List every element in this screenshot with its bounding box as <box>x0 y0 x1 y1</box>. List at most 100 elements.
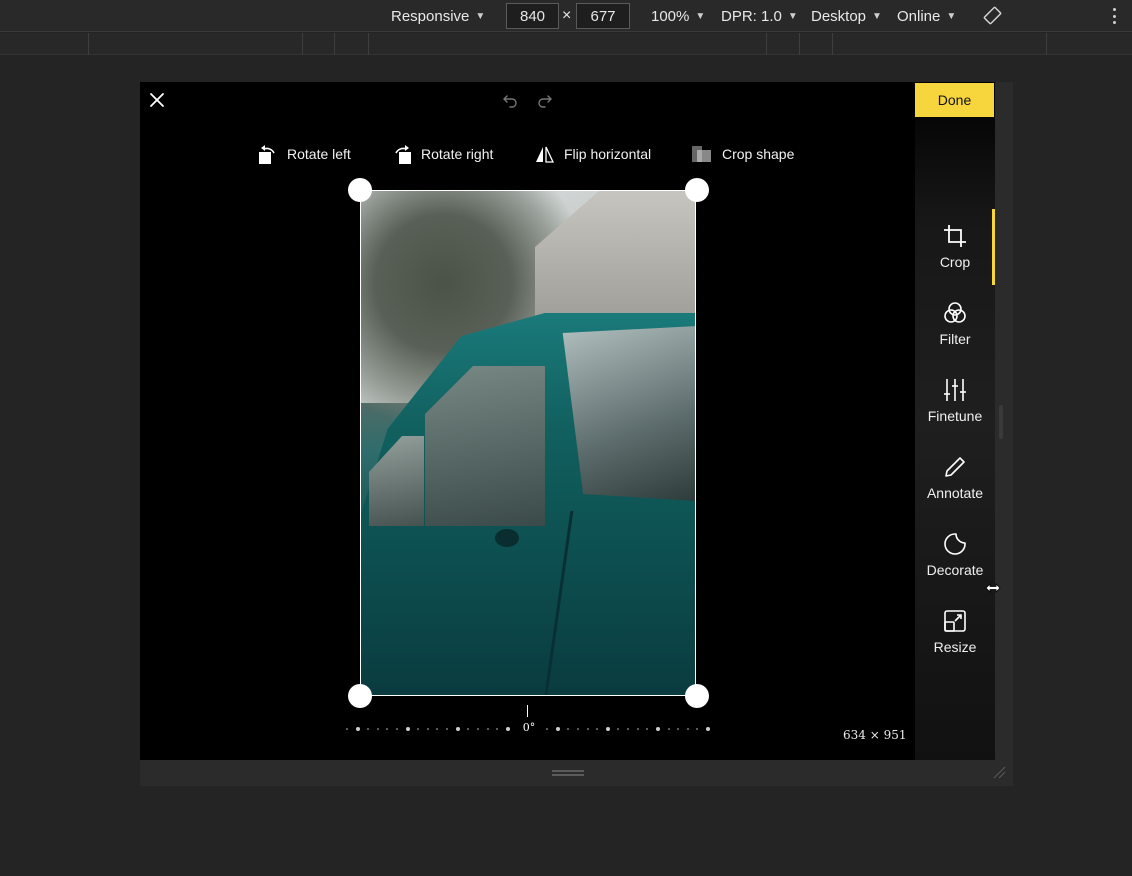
height-input[interactable]: 677 <box>576 3 630 29</box>
editor-sidebar: Done Crop Filter Finetune Annotate Decor… <box>915 82 995 760</box>
rotation-dial[interactable]: 0° <box>346 705 710 741</box>
crop-shape-label: Crop shape <box>722 146 795 162</box>
dial-tick <box>396 728 399 730</box>
dial-tick <box>436 728 439 730</box>
media-query-bar <box>0 33 1132 55</box>
dial-tick <box>455 727 460 731</box>
decorate-icon <box>941 530 969 558</box>
zoom-select-label: 100% <box>651 7 690 25</box>
annotate-icon <box>941 453 969 481</box>
dial-tick <box>555 727 560 731</box>
rotate-right-icon <box>395 145 411 164</box>
dial-tick <box>627 728 630 730</box>
more-options-icon[interactable] <box>1108 6 1120 26</box>
dial-tick <box>386 728 389 730</box>
dial-tick <box>405 727 410 731</box>
dial-tick <box>617 728 620 730</box>
dial-tick <box>686 728 689 730</box>
dial-tick <box>476 728 479 730</box>
nav-filter-label: Filter <box>939 331 971 347</box>
close-icon[interactable] <box>149 92 165 108</box>
chevron-down-icon: ▼ <box>475 10 486 22</box>
viewport-resize-bottom[interactable] <box>552 770 584 776</box>
dial-tick <box>605 727 610 731</box>
crop-icon <box>941 222 969 250</box>
dial-tick <box>667 728 670 730</box>
network-select-label: Online <box>897 7 941 25</box>
devtools-toolbar: Responsive ▼ 840 × 677 100% ▼ DPR: 1.0 ▼… <box>0 0 1132 32</box>
chevron-down-icon: ▼ <box>695 10 706 22</box>
dial-tick <box>376 728 379 730</box>
nav-crop[interactable]: Crop <box>915 218 995 280</box>
rotate-left-label: Rotate left <box>287 146 351 162</box>
dial-tick <box>496 728 499 730</box>
image-preview <box>360 190 696 696</box>
nav-resize-label: Resize <box>933 639 977 655</box>
crop-shape-icon <box>692 146 711 162</box>
rotate-right-button[interactable]: Rotate right <box>392 142 493 166</box>
undo-icon[interactable] <box>502 92 518 108</box>
redo-icon[interactable] <box>537 92 553 108</box>
image-size-label: 634 × 951 <box>843 728 907 742</box>
rotation-value: 0° <box>514 721 544 734</box>
dimension-separator: × <box>562 7 572 24</box>
crop-handle-top-left[interactable] <box>348 178 372 202</box>
filter-icon <box>941 299 969 327</box>
nav-decorate-label: Decorate <box>926 562 984 578</box>
viewport-resize-right[interactable] <box>999 405 1003 439</box>
nav-decorate[interactable]: Decorate <box>915 526 995 588</box>
dpr-select[interactable]: DPR: 1.0 ▼ <box>721 0 798 32</box>
resize-icon <box>941 607 969 635</box>
chevron-down-icon: ▼ <box>946 10 957 22</box>
device-select-label: Responsive <box>391 7 470 25</box>
rotate-left-button[interactable]: Rotate left <box>258 142 351 166</box>
dial-tick <box>636 728 639 730</box>
width-input[interactable]: 840 <box>506 3 559 29</box>
zoom-select[interactable]: 100% ▼ <box>651 0 705 32</box>
nav-crop-label: Crop <box>939 254 971 270</box>
chevron-down-icon: ▼ <box>787 10 798 22</box>
rotate-left-icon <box>259 145 275 164</box>
crop-handle-bottom-right[interactable] <box>685 684 709 708</box>
rotation-indicator <box>527 705 528 717</box>
network-select[interactable]: Online ▼ <box>897 0 956 32</box>
device-select[interactable]: Responsive ▼ <box>391 0 485 32</box>
crop-shape-button[interactable]: Crop shape <box>691 142 794 166</box>
dpr-select-label: DPR: 1.0 <box>721 7 782 25</box>
crop-handle-top-right[interactable] <box>685 178 709 202</box>
dial-tick <box>486 728 489 730</box>
mode-select-label: Desktop <box>811 7 867 25</box>
dial-tick <box>677 728 680 730</box>
flip-horizontal-button[interactable]: Flip horizontal <box>535 142 651 166</box>
dial-tick <box>546 728 549 730</box>
mode-select[interactable]: Desktop ▼ <box>811 0 882 32</box>
rotate-right-label: Rotate right <box>421 146 494 162</box>
nav-filter[interactable]: Filter <box>915 295 995 357</box>
dial-tick <box>346 728 348 730</box>
nav-annotate-label: Annotate <box>926 485 984 501</box>
dial-tick <box>696 728 699 730</box>
done-button[interactable]: Done <box>915 83 994 117</box>
dial-tick <box>426 728 429 730</box>
rotate-device-icon[interactable] <box>983 6 1002 25</box>
image-editor: Rotate left Rotate right Flip horizontal… <box>140 82 995 760</box>
nav-resize[interactable]: Resize <box>915 603 995 665</box>
nav-annotate[interactable]: Annotate <box>915 449 995 511</box>
dial-tick <box>646 728 649 730</box>
dial-tick <box>655 727 660 731</box>
dial-tick <box>567 728 570 730</box>
dial-tick <box>467 728 470 730</box>
flip-horizontal-icon <box>536 146 555 163</box>
dial-tick <box>577 728 580 730</box>
chevron-down-icon: ▼ <box>872 10 882 22</box>
dial-tick <box>705 727 710 731</box>
dial-tick <box>596 728 599 730</box>
nav-finetune[interactable]: Finetune <box>915 372 995 434</box>
dial-tick <box>446 728 449 730</box>
finetune-icon <box>941 376 969 404</box>
dial-tick <box>367 728 370 730</box>
dial-tick <box>586 728 589 730</box>
crop-area[interactable] <box>360 190 696 696</box>
viewport-resize-corner[interactable] <box>992 765 1006 779</box>
crop-handle-bottom-left[interactable] <box>348 684 372 708</box>
